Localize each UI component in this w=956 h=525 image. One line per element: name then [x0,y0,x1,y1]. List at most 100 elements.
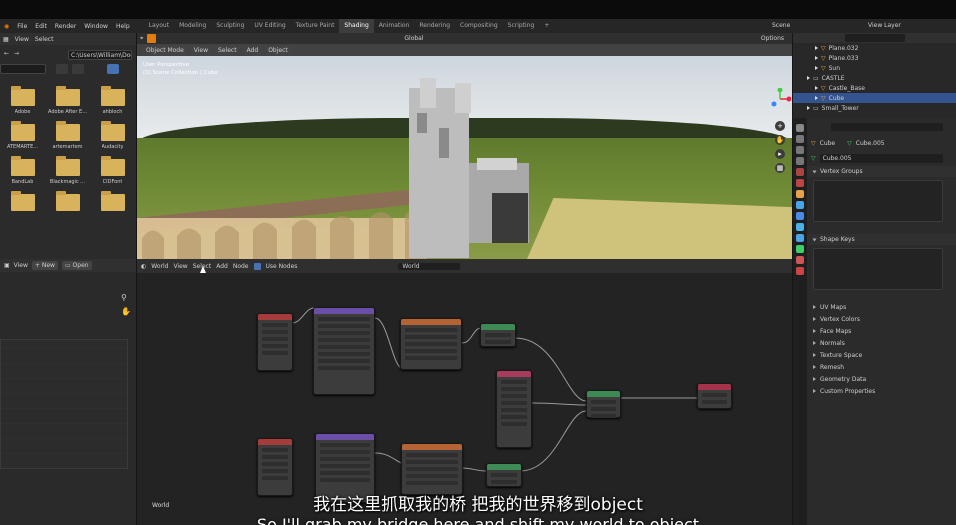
outliner-item-plane-033[interactable]: ▽ Plane.033 [793,53,956,63]
outliner-search-input[interactable] [845,34,905,42]
modifier-tab-icon[interactable] [796,201,804,209]
section-normals[interactable]: Normals [807,337,956,349]
folder-item[interactable]: ATEMARTE... [0,121,45,150]
tab-texture-paint[interactable]: Texture Paint [291,19,340,33]
back-arrow-icon[interactable]: ← [4,50,9,57]
options-dropdown[interactable]: Options [761,35,784,42]
folder-item[interactable]: BandLab [0,156,45,185]
expand-arrow-icon[interactable] [815,96,818,100]
section-remesh[interactable]: Remesh [807,361,956,373]
outliner-item-sun[interactable]: ▽ Sun [793,63,956,73]
section-shape-keys[interactable]: Shape Keys [807,234,956,245]
outliner-item-small-tower[interactable]: ▭ Small_Tower [793,103,956,113]
texture-tab-icon[interactable] [796,267,804,275]
expand-arrow-icon[interactable] [807,76,810,80]
add-workspace-button[interactable]: + [539,19,554,33]
outliner-item-castle[interactable]: ▭ CASTLE [793,73,956,83]
mesh-data-tab-icon[interactable] [796,245,804,253]
expand-arrow-icon[interactable] [815,56,818,60]
viewport-add-menu[interactable]: Add [243,45,262,55]
display-mode-button[interactable] [56,64,68,74]
camera-view-icon[interactable]: ▸ [775,149,785,159]
outliner-item-plane-032[interactable]: ▽ Plane.032 [793,43,956,53]
expand-arrow-icon[interactable] [815,46,818,50]
render-tab-icon[interactable] [796,135,804,143]
shader-node-editor[interactable]: ◐ World View Select Add Node Use Nodes W… [137,259,806,525]
viewport-editor-icon[interactable]: ⌖ [140,35,143,43]
object-mode-dropdown[interactable]: Object Mode [143,45,187,55]
section-custom-properties[interactable]: Custom Properties [807,385,956,397]
vertex-groups-list[interactable] [813,180,943,222]
section-vertex-groups[interactable]: Vertex Groups [807,166,956,177]
folder-item[interactable] [0,191,45,214]
tab-layout[interactable]: Layout [144,19,174,33]
section-texture-space[interactable]: Texture Space [807,349,956,361]
expand-arrow-icon[interactable] [815,66,818,70]
file-browser-select-menu[interactable]: Select [35,36,54,43]
select-tool-icon[interactable] [147,34,157,43]
tab-uv-editing[interactable]: UV Editing [249,19,290,33]
menu-edit[interactable]: Edit [31,23,51,30]
world-datablock-field[interactable]: World [398,262,460,270]
scene-selector[interactable]: Scene [762,19,790,33]
forward-arrow-icon[interactable]: → [14,50,19,57]
thumbnail-size-button[interactable] [72,64,84,74]
world-tab-icon[interactable] [796,179,804,187]
section-vertex-colors[interactable]: Vertex Colors [807,313,956,325]
folder-item[interactable]: Blackmagic ... [45,156,90,185]
menu-render[interactable]: Render [51,23,80,30]
particles-tab-icon[interactable] [796,212,804,220]
tab-modeling[interactable]: Modeling [174,19,211,33]
output-tab-icon[interactable] [796,146,804,154]
folder-item[interactable] [90,191,135,214]
image-texture-node[interactable] [400,318,462,370]
light-path-node[interactable] [496,370,532,448]
node-editor-icon[interactable]: ◐ [141,263,146,270]
folder-item[interactable] [45,191,90,214]
pan-hand-icon[interactable]: ✋ [775,135,785,145]
file-browser-view-menu[interactable]: View [15,36,29,43]
constraints-tab-icon[interactable] [796,234,804,242]
mesh-datablock-field[interactable]: Cube.005 [819,154,943,163]
outliner-item-castle-base[interactable]: ▽ Castle_Base [793,83,956,93]
use-nodes-checkbox[interactable] [253,262,261,270]
tab-animation[interactable]: Animation [374,19,415,33]
file-browser-editor-icon[interactable]: ▦ [3,36,9,43]
filter-icon[interactable] [107,64,119,74]
menu-help[interactable]: Help [112,23,134,30]
folder-item[interactable]: Audacity [90,121,135,150]
expand-arrow-icon[interactable] [807,106,810,110]
world-output-node[interactable] [697,383,732,409]
scene-tab-icon[interactable] [796,168,804,176]
open-image-button[interactable]: ▭ Open [61,261,92,270]
tool-tab-icon[interactable] [796,124,804,132]
viewport-view-menu[interactable]: View [190,45,212,55]
background-node[interactable] [486,463,522,487]
expand-arrow-icon[interactable] [815,86,818,90]
separate-rgb-node[interactable] [480,323,516,347]
node-view-menu[interactable]: View [173,263,187,270]
section-geometry-data[interactable]: Geometry Data [807,373,956,385]
folder-item[interactable]: Adobe [0,86,45,115]
navigation-gizmo-icon[interactable] [769,87,792,110]
outliner-item-cube[interactable]: ▽ Cube [793,93,956,103]
texture-coordinate-node-2[interactable] [257,438,293,496]
viewport-select-menu[interactable]: Select [215,45,240,55]
properties-search-input[interactable] [831,122,943,131]
perspective-toggle-icon[interactable]: ▦ [775,163,785,173]
folder-item[interactable]: CIDFont [90,156,135,185]
zoom-icon[interactable]: ⚲ [121,293,127,302]
shape-keys-list[interactable] [813,248,943,290]
castle[interactable] [409,78,529,258]
new-image-button[interactable]: + New [31,261,58,270]
tab-compositing[interactable]: Compositing [455,19,503,33]
section-face-maps[interactable]: Face Maps [807,325,956,337]
tab-rendering[interactable]: Rendering [414,19,455,33]
bridge[interactable] [137,188,427,259]
folder-item[interactable]: Adobe After E... [45,86,90,115]
zoom-viewport-icon[interactable]: + [775,121,785,131]
material-tab-icon[interactable] [796,256,804,264]
view-layer-selector[interactable]: View Layer [868,19,901,33]
image-canvas[interactable] [0,339,128,469]
tab-scripting[interactable]: Scripting [503,19,540,33]
